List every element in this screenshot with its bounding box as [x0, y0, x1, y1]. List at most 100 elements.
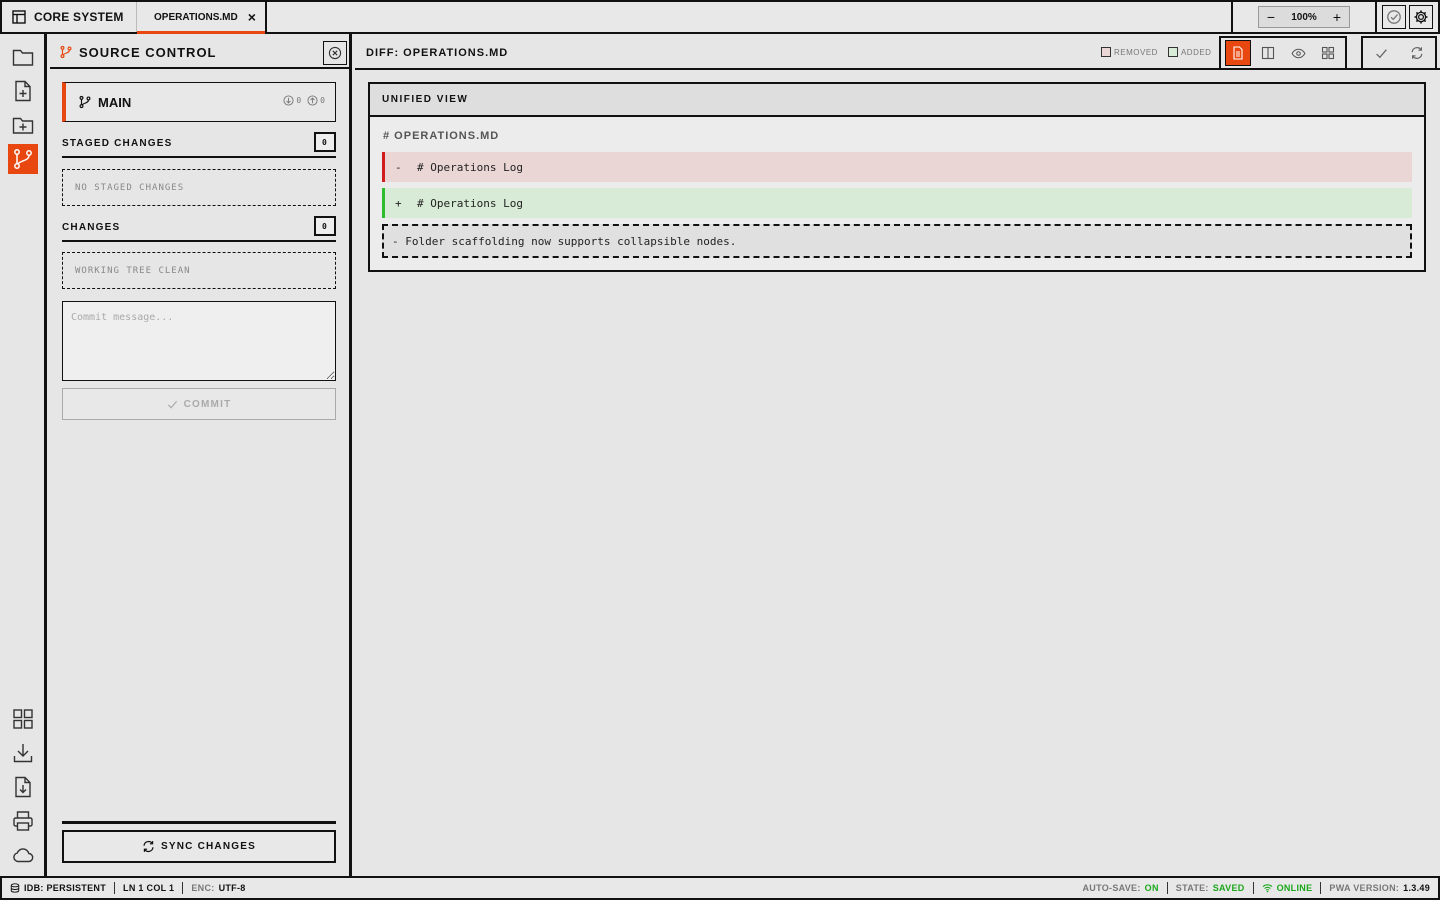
download-icon: [11, 741, 35, 765]
staged-empty-state: NO STAGED CHANGES: [62, 169, 336, 206]
commit-button[interactable]: COMMIT: [62, 388, 336, 420]
top-actions: [1375, 2, 1438, 32]
status-network: ONLINE: [1254, 882, 1322, 894]
sync-changes-button[interactable]: SYNC CHANGES: [62, 830, 336, 863]
folder-plus-icon: [11, 113, 35, 137]
status-cursor-position[interactable]: LN 1 COL 1: [115, 882, 184, 894]
status-autosave[interactable]: AUTO-SAVE: ON: [1074, 882, 1168, 894]
diff-line-text: # Operations Log: [417, 160, 523, 174]
zoom-level: 100%: [1291, 11, 1317, 23]
legend-removed-label: REMOVED: [1114, 47, 1158, 57]
activity-source-control[interactable]: [8, 144, 38, 174]
split-view-button[interactable]: [1255, 40, 1281, 66]
changes-count-badge: 0: [314, 216, 336, 236]
printer-icon: [11, 809, 35, 833]
changes-header[interactable]: CHANGES 0: [62, 215, 336, 242]
check-status-button[interactable]: [1382, 5, 1406, 29]
cursor-position: LN 1 COL 1: [123, 883, 175, 893]
state-value: SAVED: [1212, 883, 1245, 893]
removed-swatch: [1101, 47, 1111, 57]
unified-view-button[interactable]: [1225, 40, 1251, 66]
sync-label: SYNC CHANGES: [161, 841, 256, 852]
grid-view-button[interactable]: [1315, 40, 1341, 66]
panel-header: SOURCE CONTROL: [50, 37, 349, 69]
diff-sign: +: [395, 196, 402, 210]
git-branch-icon: [11, 147, 35, 171]
added-swatch: [1167, 47, 1178, 57]
staged-changes-header[interactable]: STAGED CHANGES 0: [62, 131, 336, 158]
diff-filename: # OPERATIONS.MD: [383, 130, 500, 142]
changes-title: CHANGES: [62, 222, 121, 233]
folder-icon: [11, 45, 35, 69]
file-download-icon: [11, 775, 35, 799]
grid-icon: [1321, 46, 1335, 60]
legend-added: ADDED: [1167, 47, 1212, 57]
diff-legend: REMOVED ADDED: [1101, 47, 1211, 57]
encoding-key: ENC:: [191, 883, 215, 893]
status-right: AUTO-SAVE: ON STATE: SAVED ONLINE PWA VE…: [1074, 882, 1438, 894]
columns-icon: [1261, 46, 1275, 60]
version-value: 1.3.49: [1403, 883, 1430, 893]
close-icon[interactable]: ×: [248, 10, 256, 24]
diff-actions-group: [1361, 36, 1437, 70]
changes-empty-state: WORKING TREE CLEAN: [62, 252, 336, 289]
git-branch-icon: [78, 95, 92, 109]
zoom-out-button[interactable]: −: [1265, 9, 1277, 25]
activity-explorer[interactable]: [8, 42, 38, 72]
branch-selector[interactable]: MAIN 0 0: [62, 82, 336, 122]
diff-panel: UNIFIED VIEW # OPERATIONS.MD - # Operati…: [368, 82, 1426, 272]
legend-added-label: ADDED: [1180, 47, 1212, 57]
storage-label: IDB: PERSISTENT: [24, 883, 107, 893]
database-icon: [10, 883, 20, 893]
check-icon: [167, 399, 178, 410]
grid-icon: [11, 707, 35, 731]
network-status: ONLINE: [1276, 883, 1313, 893]
activity-new-folder[interactable]: [8, 110, 38, 140]
tab-label: OPERATIONS.MD: [154, 11, 238, 23]
editor-area: DIFF: OPERATIONS.MD REMOVED ADDED UNIFIE…: [355, 34, 1440, 876]
branch-sync-counts: 0 0: [283, 95, 325, 106]
status-state: STATE: SAVED: [1168, 882, 1254, 894]
encoding-value: UTF-8: [218, 883, 246, 893]
outgoing-count: 0: [320, 96, 325, 105]
accept-button[interactable]: [1368, 40, 1394, 66]
staged-count-badge: 0: [314, 132, 336, 152]
status-version: PWA VERSION: 1.3.49: [1321, 882, 1438, 894]
wifi-icon: [1262, 883, 1273, 893]
diff-line-text: # Operations Log: [417, 196, 523, 210]
legend-removed: REMOVED: [1101, 47, 1158, 57]
diff-sign: -: [395, 160, 402, 174]
tab-operations-md[interactable]: OPERATIONS.MD ×: [136, 2, 267, 34]
top-bar: CORE SYSTEM OPERATIONS.MD × − 100% +: [0, 0, 1440, 34]
commit-message-input[interactable]: [62, 301, 336, 381]
activity-new-file[interactable]: [8, 76, 38, 106]
activity-download[interactable]: [8, 738, 38, 768]
panel-close-button[interactable]: [323, 41, 347, 65]
activity-print[interactable]: [8, 806, 38, 836]
panel-title: SOURCE CONTROL: [79, 44, 217, 60]
cloud-icon: [11, 843, 35, 867]
zoom-in-button[interactable]: +: [1331, 9, 1343, 25]
preview-button[interactable]: [1285, 40, 1311, 66]
status-bar: IDB: PERSISTENT LN 1 COL 1 ENC: UTF-8 AU…: [0, 876, 1440, 900]
state-key: STATE:: [1175, 883, 1209, 893]
settings-button[interactable]: [1409, 5, 1433, 29]
status-storage[interactable]: IDB: PERSISTENT: [2, 882, 116, 894]
activity-bar: [0, 34, 47, 876]
branch-name: MAIN: [98, 94, 132, 110]
activity-cloud[interactable]: [8, 840, 38, 870]
check-icon: [1375, 47, 1388, 60]
diff-title: DIFF: OPERATIONS.MD: [366, 47, 509, 59]
layout-icon: [12, 10, 26, 24]
autosave-key: AUTO-SAVE:: [1082, 883, 1141, 893]
git-branch-icon: [59, 45, 73, 59]
file-text-icon: [1231, 46, 1245, 60]
activity-apps[interactable]: [8, 704, 38, 734]
eye-icon: [1291, 46, 1306, 61]
activity-import-file[interactable]: [8, 772, 38, 802]
close-circle-icon: [328, 46, 342, 60]
version-key: PWA VERSION:: [1329, 883, 1400, 893]
status-encoding[interactable]: ENC: UTF-8: [183, 882, 253, 894]
refresh-diff-button[interactable]: [1404, 40, 1430, 66]
diff-view-label: UNIFIED VIEW: [370, 84, 1424, 117]
